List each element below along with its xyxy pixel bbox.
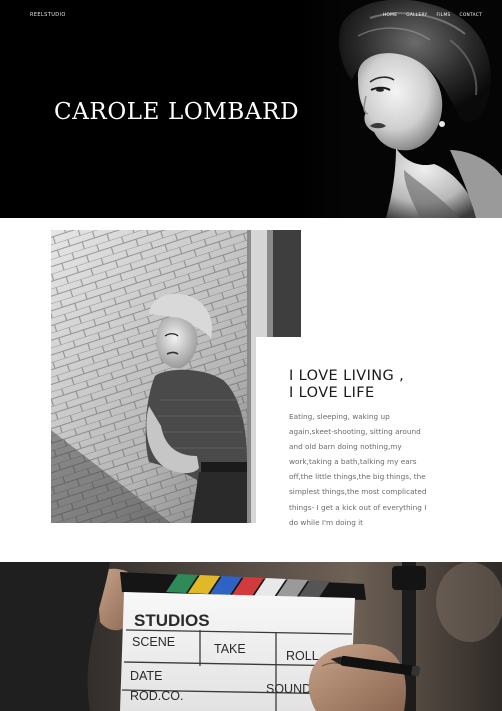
- about-heading-line-2: I LOVE LIFE: [289, 385, 375, 401]
- nav-gallery[interactable]: GALLERY: [406, 13, 427, 18]
- clapperboard-photo: STUDIOS SCENE TAKE ROLL DATE ROD.CO. SOU…: [0, 562, 502, 711]
- hero-portrait-image: [300, 0, 502, 218]
- clapper-prod-label: ROD.CO.: [130, 689, 183, 703]
- about-heading-line-1: I LOVE LIVING ,: [289, 368, 405, 384]
- clapper-sound-label: SOUND: [266, 682, 311, 696]
- page: REELSTUDIO HOME GALLERY FILMS CONTACT CA…: [0, 0, 502, 711]
- clapperboard-section: STUDIOS SCENE TAKE ROLL DATE ROD.CO. SOU…: [0, 562, 502, 711]
- nav-home[interactable]: HOME: [383, 13, 397, 18]
- clapper-scene-label: SCENE: [132, 635, 175, 649]
- hero-title: CAROLE LOMBARD: [54, 99, 300, 125]
- nav-contact[interactable]: CONTACT: [460, 13, 482, 18]
- site-logo[interactable]: REELSTUDIO: [30, 12, 66, 18]
- about-quote-text: Eating, sleeping, waking up again,skeet-…: [289, 412, 427, 527]
- clapper-take-label: TAKE: [214, 642, 246, 656]
- clapper-roll-label: ROLL: [286, 649, 319, 663]
- about-heading: I LOVE LIVING , I LOVE LIFE: [289, 368, 404, 402]
- nav-films[interactable]: FILMS: [436, 13, 450, 18]
- hero-section: REELSTUDIO HOME GALLERY FILMS CONTACT CA…: [0, 0, 502, 218]
- clapper-date-label: DATE: [130, 669, 162, 683]
- main-nav: HOME GALLERY FILMS CONTACT: [383, 13, 482, 18]
- clapper-brand-label: STUDIOS: [134, 611, 210, 630]
